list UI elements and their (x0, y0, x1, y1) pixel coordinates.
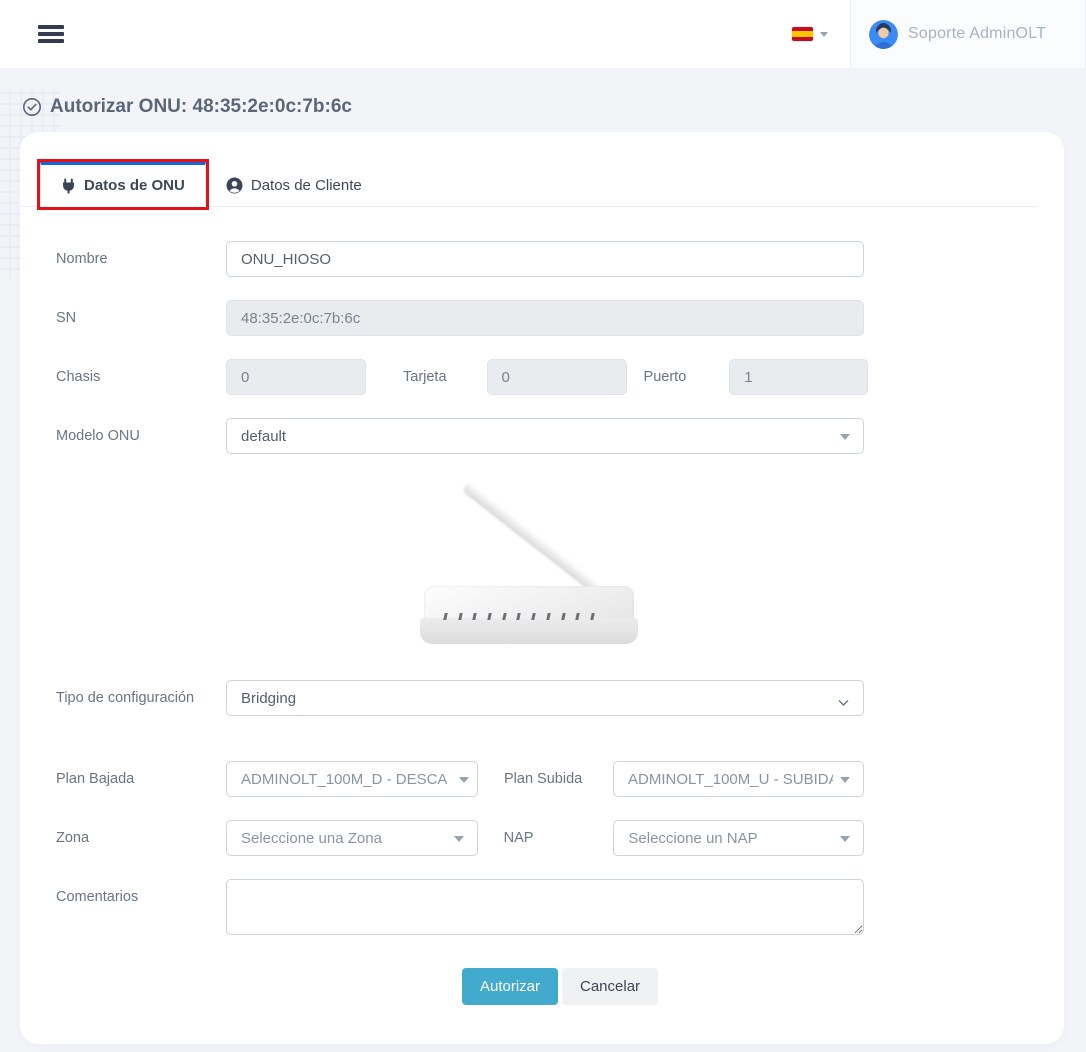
modelo-onu-select[interactable]: default (226, 418, 864, 454)
autorizar-button[interactable]: Autorizar (462, 968, 558, 1005)
nombre-label: Nombre (56, 241, 226, 277)
modelo-onu-value: default (241, 428, 286, 445)
comentarios-textarea[interactable] (226, 879, 864, 935)
topbar-right: Soporte AdminOLT (792, 0, 1086, 68)
tipo-configuracion-select[interactable]: Bridging (226, 680, 864, 716)
zona-placeholder: Seleccione una Zona (241, 830, 382, 847)
avatar (869, 20, 898, 49)
caret-down-icon (840, 434, 850, 440)
zona-select[interactable]: Seleccione una Zona (226, 820, 478, 856)
plan-subida-select[interactable]: ADMINOLT_100M_U - SUBIDA (613, 761, 864, 797)
form-row-comentarios: Comentarios (56, 879, 1064, 940)
hamburger-menu-icon[interactable] (38, 22, 64, 46)
user-menu[interactable]: Soporte AdminOLT (850, 0, 1086, 68)
form-row-nombre: Nombre (56, 241, 1064, 277)
form-row-sn: SN (56, 300, 1064, 336)
caret-down-icon (454, 836, 464, 842)
chasis-input (226, 359, 366, 395)
zona-label: Zona (56, 820, 226, 856)
puerto-label: Puerto (644, 369, 687, 385)
caret-down-icon (820, 32, 828, 37)
nombre-input[interactable] (226, 241, 864, 277)
chevron-down-icon (838, 694, 849, 711)
tab-label: Datos de ONU (84, 177, 185, 194)
tab-datos-de-cliente[interactable]: Datos de Cliente (206, 165, 382, 206)
plan-bajada-value: ADMINOLT_100M_D - DESCAR... (241, 771, 447, 788)
main-content: Autorizar ONU: 48:35:2e:0c:7b:6c Datos d… (0, 69, 1086, 1052)
tab-datos-de-onu[interactable]: Datos de ONU (40, 162, 206, 207)
form-row-modelo: Modelo ONU default (56, 418, 1064, 454)
page-title: Autorizar ONU: 48:35:2e:0c:7b:6c (0, 69, 1086, 118)
tarjeta-input (487, 359, 627, 395)
page-title-text: Autorizar ONU: 48:35:2e:0c:7b:6c (50, 96, 352, 118)
onu-antenna (462, 481, 601, 593)
onu-led-row (444, 613, 594, 620)
chasis-label: Chasis (56, 359, 226, 395)
cancelar-button[interactable]: Cancelar (562, 968, 658, 1005)
sn-input (226, 300, 864, 336)
user-circle-icon (226, 177, 243, 194)
tabs: Datos de ONU Datos de Cliente (20, 132, 1037, 207)
caret-down-icon (459, 777, 469, 783)
caret-down-icon (840, 777, 850, 783)
plug-icon (61, 178, 76, 194)
form-actions: Autorizar Cancelar (56, 968, 1064, 1005)
tab-label: Datos de Cliente (251, 177, 362, 194)
nap-placeholder: Seleccione un NAP (628, 830, 757, 847)
modelo-onu-label: Modelo ONU (56, 418, 226, 454)
form-row-planes: Plan Bajada ADMINOLT_100M_D - DESCAR... … (56, 761, 1064, 797)
sn-label: SN (56, 300, 226, 336)
form-row-onu-image (56, 464, 1064, 666)
card: Datos de ONU Datos de Cliente Nombre (20, 132, 1064, 1044)
language-dropdown[interactable] (792, 27, 828, 41)
form-row-tipo: Tipo de configuración Bridging (56, 680, 1064, 716)
onu-front-face (420, 618, 638, 644)
nap-label: NAP (504, 820, 614, 846)
tipo-configuracion-value: Bridging (241, 690, 296, 707)
plan-bajada-select[interactable]: ADMINOLT_100M_D - DESCAR... (226, 761, 478, 797)
nap-select[interactable]: Seleccione un NAP (613, 820, 864, 856)
plan-bajada-label: Plan Bajada (56, 761, 226, 797)
user-name: Soporte AdminOLT (908, 25, 1046, 43)
form-row-chasis: Chasis Tarjeta Puerto (56, 359, 1064, 395)
plan-subida-value: ADMINOLT_100M_U - SUBIDA (628, 771, 833, 788)
plan-subida-label: Plan Subida (504, 761, 613, 787)
spain-flag-icon (792, 27, 813, 41)
topbar: Soporte AdminOLT (0, 0, 1086, 69)
tarjeta-label: Tarjeta (403, 369, 447, 385)
form-row-zona-nap: Zona Seleccione una Zona NAP Seleccione … (56, 820, 1064, 856)
onu-form: Nombre SN Chasis Tarjeta Puerto (20, 207, 1064, 1005)
caret-down-icon (840, 836, 850, 842)
check-circle-icon (22, 97, 42, 117)
comentarios-label: Comentarios (56, 879, 226, 940)
onu-device-image (226, 458, 864, 656)
tipo-configuracion-label: Tipo de configuración (56, 680, 226, 716)
puerto-input (729, 359, 868, 395)
